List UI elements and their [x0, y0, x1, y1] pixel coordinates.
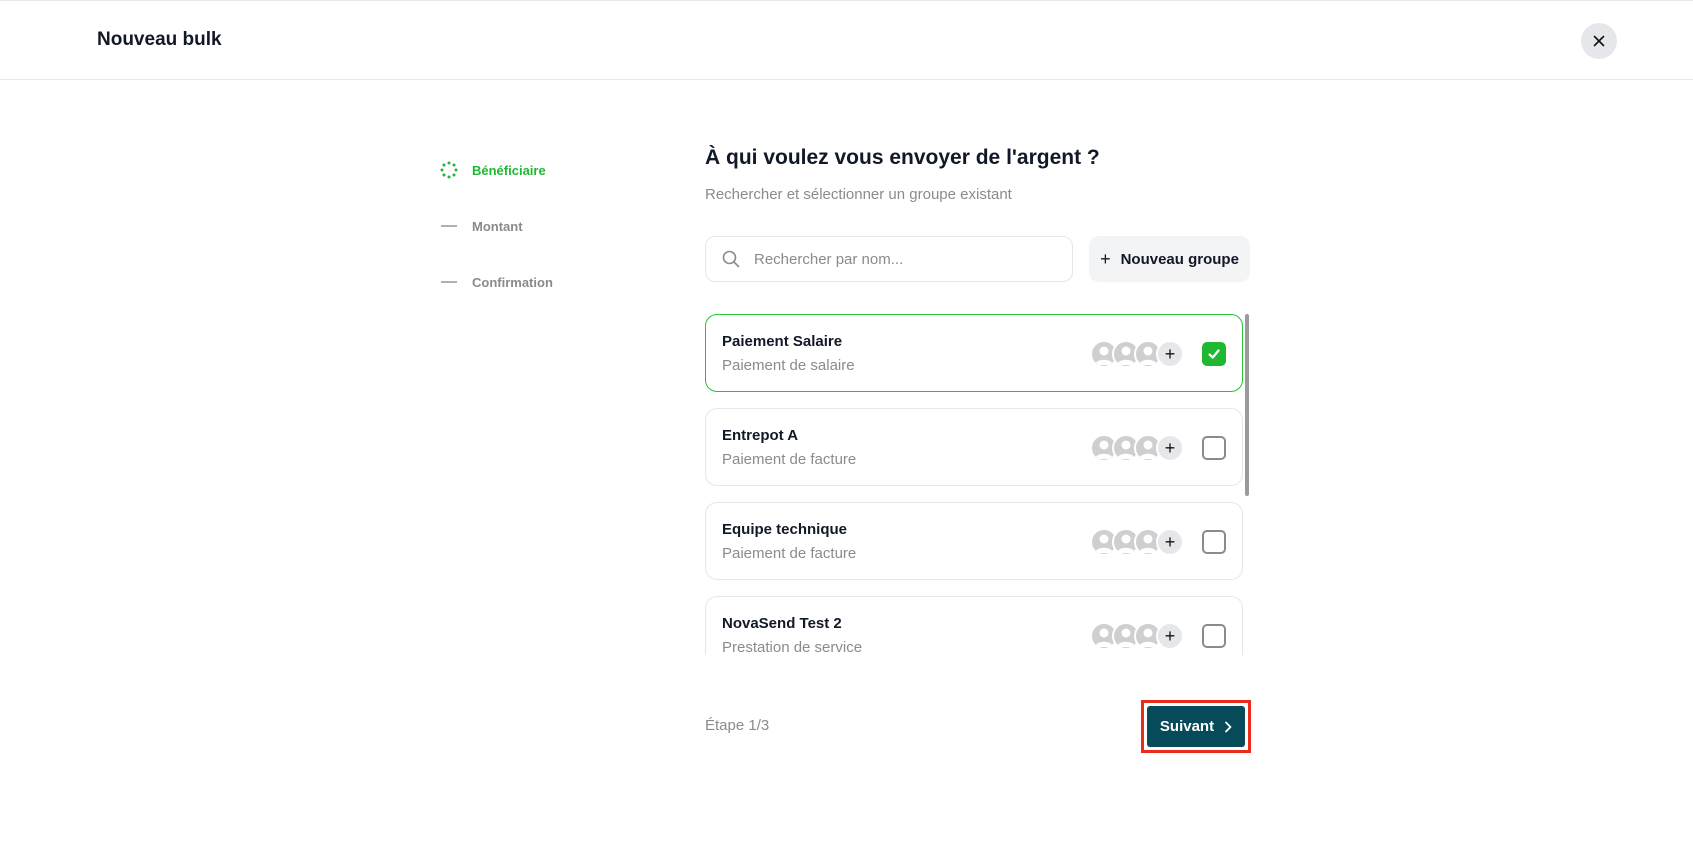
close-button[interactable]	[1581, 23, 1617, 59]
new-group-label: Nouveau groupe	[1120, 250, 1239, 268]
list-scrollbar[interactable]	[1245, 314, 1249, 496]
member-avatars: +	[1090, 622, 1186, 650]
step-beneficiaire[interactable]: Bénéficiaire	[440, 161, 546, 179]
next-label: Suivant	[1159, 718, 1215, 735]
member-avatars: +	[1090, 340, 1186, 368]
group-name: Paiement Salaire	[722, 333, 843, 350]
plus-icon: +	[1100, 249, 1111, 269]
step-montant[interactable]: Montant	[440, 217, 523, 235]
more-members-badge: +	[1156, 340, 1184, 368]
group-card[interactable]: Paiement Salaire Paiement de salaire +	[705, 314, 1243, 392]
next-button[interactable]: Suivant	[1147, 706, 1245, 747]
group-list[interactable]: Paiement Salaire Paiement de salaire + E	[705, 314, 1250, 655]
member-avatars: +	[1090, 434, 1186, 462]
more-members-badge: +	[1156, 434, 1184, 462]
modal-header: Nouveau bulk	[0, 0, 1693, 80]
section-title: À qui voulez vous envoyer de l'argent ?	[705, 146, 1100, 169]
group-card[interactable]: Equipe technique Paiement de facture +	[705, 502, 1243, 580]
dash-icon	[440, 273, 458, 291]
check-icon	[1208, 349, 1220, 359]
step-indicator: Étape 1/3	[705, 717, 770, 734]
member-avatars: +	[1090, 528, 1186, 556]
group-description: Paiement de facture	[722, 545, 857, 562]
group-name: Entrepot A	[722, 427, 799, 444]
group-checkbox[interactable]	[1202, 436, 1226, 460]
next-button-highlight: Suivant	[1141, 700, 1251, 753]
new-group-button[interactable]: + Nouveau groupe	[1089, 236, 1250, 282]
more-members-badge: +	[1156, 622, 1184, 650]
group-card[interactable]: NovaSend Test 2 Prestation de service +	[705, 596, 1243, 655]
section-subtitle: Rechercher et sélectionner un groupe exi…	[705, 186, 1012, 203]
group-description: Paiement de facture	[722, 451, 857, 468]
close-icon	[1593, 35, 1605, 47]
search-input[interactable]	[754, 250, 1054, 268]
page-title: Nouveau bulk	[97, 29, 222, 50]
group-card[interactable]: Entrepot A Paiement de facture +	[705, 408, 1243, 486]
group-description: Prestation de service	[722, 639, 863, 655]
group-name: NovaSend Test 2	[722, 615, 842, 632]
group-checkbox[interactable]	[1202, 530, 1226, 554]
loading-dots-icon	[440, 161, 458, 179]
step-label: Confirmation	[472, 274, 553, 290]
dash-icon	[440, 217, 458, 235]
group-name: Equipe technique	[722, 521, 848, 538]
search-icon	[722, 250, 740, 268]
step-label: Bénéficiaire	[472, 162, 546, 178]
group-checkbox[interactable]	[1202, 342, 1226, 366]
more-members-badge: +	[1156, 528, 1184, 556]
group-checkbox[interactable]	[1202, 624, 1226, 648]
step-label: Montant	[472, 218, 523, 234]
chevron-right-icon	[1224, 721, 1232, 733]
search-box[interactable]	[705, 236, 1073, 282]
group-description: Paiement de salaire	[722, 357, 855, 374]
step-confirmation[interactable]: Confirmation	[440, 273, 553, 291]
